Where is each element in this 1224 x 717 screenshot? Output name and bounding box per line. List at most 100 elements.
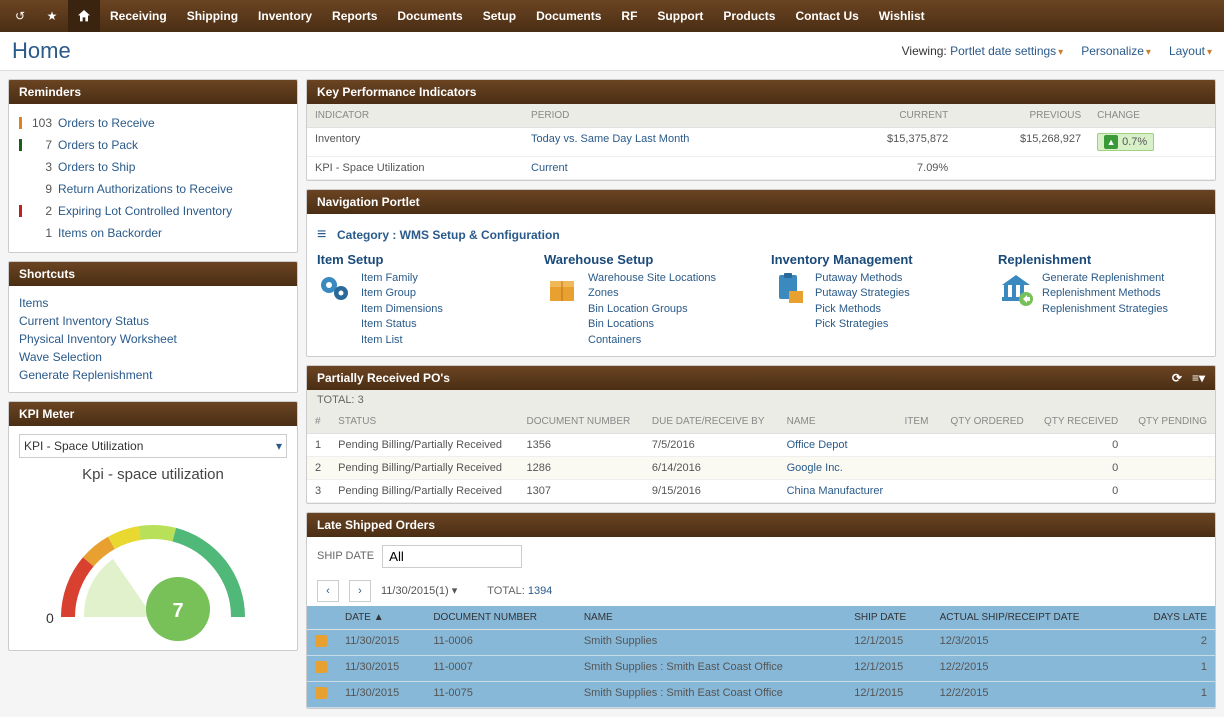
nav-link[interactable]: Zones (588, 286, 716, 301)
nav-link[interactable]: Bin Location Groups (588, 302, 716, 317)
arrow-up-icon: ▲ (1104, 135, 1118, 149)
bank-arrow-icon (998, 271, 1034, 307)
reminders-header: Reminders (9, 80, 297, 104)
shortcut-link[interactable]: Physical Inventory Worksheet (19, 330, 287, 348)
menu-inventory[interactable]: Inventory (248, 0, 322, 32)
nav-link[interactable]: Item List (361, 333, 443, 348)
kpi-change-badge: ▲0.7% (1097, 133, 1154, 151)
nav-link[interactable]: Generate Replenishment (1042, 271, 1168, 286)
nav-group-item-setup: Item Setup Item Family Item Group Item D… (317, 252, 524, 348)
menu-documents-2[interactable]: Documents (526, 0, 611, 32)
page-title: Home (12, 38, 71, 64)
nav-category[interactable]: Category : WMS Setup & Configuration (317, 222, 1205, 252)
layout-dropdown[interactable]: Layout (1169, 44, 1212, 58)
nav-link[interactable]: Item Group (361, 286, 443, 301)
nav-link[interactable]: Putaway Strategies (815, 286, 910, 301)
po-total: TOTAL: 3 (307, 390, 1215, 410)
refresh-icon[interactable]: ⟳ (1172, 371, 1182, 385)
menu-rf[interactable]: RF (611, 0, 647, 32)
menu-documents[interactable]: Documents (387, 0, 472, 32)
hamburger-icon (317, 226, 331, 244)
reminder-item[interactable]: 103Orders to Receive (19, 112, 287, 134)
reminder-item[interactable]: 9Return Authorizations to Receive (19, 178, 287, 200)
nav-link[interactable]: Item Status (361, 317, 443, 332)
nav-link[interactable]: Warehouse Site Locations (588, 271, 716, 286)
pager-prev[interactable]: ‹ (317, 580, 339, 602)
kpi-portlet: Key Performance Indicators INDICATOR PER… (306, 79, 1216, 181)
star-icon[interactable]: ★ (36, 0, 68, 32)
menu-contact[interactable]: Contact Us (785, 0, 868, 32)
po-row[interactable]: 1Pending Billing/Partially Received13567… (307, 433, 1215, 456)
shortcuts-header: Shortcuts (9, 262, 297, 286)
nav-link[interactable]: Replenishment Methods (1042, 286, 1168, 301)
shortcuts-portlet: Shortcuts Items Current Inventory Status… (8, 261, 298, 393)
kpi-period-link[interactable]: Today vs. Same Day Last Month (531, 133, 689, 145)
reminder-item[interactable]: 2Expiring Lot Controlled Inventory (19, 200, 287, 222)
shortcut-link[interactable]: Current Inventory Status (19, 312, 287, 330)
home-icon[interactable] (68, 0, 100, 32)
nav-group-inventory-mgmt: Inventory Management Putaway Methods Put… (771, 252, 978, 348)
nav-portlet: Navigation Portlet Category : WMS Setup … (306, 189, 1216, 357)
menu-products[interactable]: Products (713, 0, 785, 32)
late-table: DATE ▲DOCUMENT NUMBERNAMESHIP DATEACTUAL… (307, 606, 1215, 708)
nav-link[interactable]: Item Dimensions (361, 302, 443, 317)
reminders-list: 103Orders to Receive 7Orders to Pack 3Or… (19, 112, 287, 244)
nav-link[interactable]: Containers (588, 333, 716, 348)
late-total-link[interactable]: 1394 (528, 585, 552, 597)
topbar-menu: Receiving Shipping Inventory Reports Doc… (100, 0, 935, 32)
nav-link[interactable]: Replenishment Strategies (1042, 302, 1168, 317)
reminder-item[interactable]: 1Items on Backorder (19, 222, 287, 244)
box-icon (544, 271, 580, 307)
menu-support[interactable]: Support (647, 0, 713, 32)
shortcut-link[interactable]: Generate Replenishment (19, 366, 287, 384)
history-icon[interactable]: ↺ (4, 0, 36, 32)
menu-icon[interactable]: ≡▾ (1192, 371, 1205, 385)
topbar: ↺ ★ Receiving Shipping Inventory Reports… (0, 0, 1224, 32)
menu-reports[interactable]: Reports (322, 0, 387, 32)
nav-link[interactable]: Pick Strategies (815, 317, 910, 332)
gauge: 7 0 (38, 487, 268, 642)
kpi-row: KPI - Space Utilization Current 7.09% (307, 157, 1215, 180)
kpi-meter-portlet: KPI Meter KPI - Space Utilization Kpi - … (8, 401, 298, 651)
ship-date-input[interactable] (382, 545, 522, 568)
kpi-row: Inventory Today vs. Same Day Last Month … (307, 128, 1215, 157)
po-row[interactable]: 3Pending Billing/Partially Received13079… (307, 479, 1215, 502)
kpi-table: INDICATOR PERIOD CURRENT PREVIOUS CHANGE… (307, 104, 1215, 180)
gauge-title: Kpi - space utilization (19, 466, 287, 483)
nav-link[interactable]: Pick Methods (815, 302, 910, 317)
menu-wishlist[interactable]: Wishlist (869, 0, 935, 32)
viewing-label: Viewing: Portlet date settings (902, 44, 1064, 58)
nav-portlet-header: Navigation Portlet (307, 190, 1215, 214)
reminder-item[interactable]: 7Orders to Pack (19, 134, 287, 156)
viewing-dropdown[interactable]: Portlet date settings (950, 44, 1063, 58)
menu-receiving[interactable]: Receiving (100, 0, 177, 32)
late-row[interactable]: 11/30/201511-0075Smith Supplies : Smith … (307, 681, 1215, 707)
po-row[interactable]: 2Pending Billing/Partially Received12866… (307, 456, 1215, 479)
clipboard-icon (771, 271, 807, 307)
pager-next[interactable]: › (349, 580, 371, 602)
page-actions: Viewing: Portlet date settings Personali… (902, 44, 1212, 58)
shortcut-link[interactable]: Items (19, 294, 287, 312)
nav-link[interactable]: Putaway Methods (815, 271, 910, 286)
kpi-header: Key Performance Indicators (307, 80, 1215, 104)
kpi-period-link[interactable]: Current (531, 162, 568, 174)
page-header: Home Viewing: Portlet date settings Pers… (0, 32, 1224, 71)
nav-link[interactable]: Bin Locations (588, 317, 716, 332)
nav-link[interactable]: Item Family (361, 271, 443, 286)
kpi-meter-header: KPI Meter (9, 402, 297, 426)
gauge-zero-label: 0 (46, 610, 54, 626)
shortcut-link[interactable]: Wave Selection (19, 348, 287, 366)
reminder-item[interactable]: 3Orders to Ship (19, 156, 287, 178)
late-portlet: Late Shipped Orders SHIP DATE ‹ › 11/30/… (306, 512, 1216, 709)
late-row[interactable]: 11/30/201511-0007Smith Supplies : Smith … (307, 655, 1215, 681)
kpi-select[interactable]: KPI - Space Utilization (19, 434, 287, 458)
menu-shipping[interactable]: Shipping (177, 0, 248, 32)
menu-setup[interactable]: Setup (473, 0, 526, 32)
svg-text:7: 7 (172, 600, 183, 622)
late-header: Late Shipped Orders (307, 513, 1215, 537)
reminders-portlet: Reminders 103Orders to Receive 7Orders t… (8, 79, 298, 253)
gears-icon (317, 271, 353, 307)
warning-icon (315, 661, 327, 673)
late-row[interactable]: 11/30/201511-0006Smith Supplies12/1/2015… (307, 629, 1215, 655)
personalize-dropdown[interactable]: Personalize (1081, 44, 1151, 58)
